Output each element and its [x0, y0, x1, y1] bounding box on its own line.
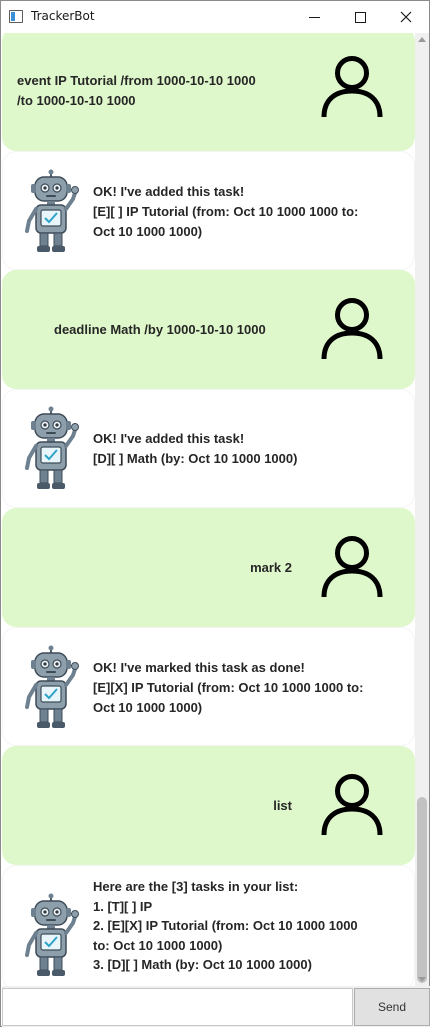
- vertical-scrollbar[interactable]: [415, 33, 429, 986]
- user-message-text: mark 2: [250, 560, 292, 575]
- user-avatar-icon: [321, 536, 383, 598]
- robot-avatar-icon: [25, 169, 79, 252]
- chat-scroll-pane[interactable]: event IP Tutorial /from 1000-10-10 1000 …: [2, 33, 415, 986]
- robot-avatar-icon: [25, 406, 79, 489]
- user-message: event IP Tutorial /from 1000-10-10 1000 …: [2, 33, 415, 151]
- maximize-button[interactable]: [337, 1, 383, 33]
- bot-message: OK! I've marked this task as done! [E][X…: [2, 627, 415, 746]
- minimize-button[interactable]: [291, 1, 337, 33]
- scroll-down-icon[interactable]: [418, 977, 426, 982]
- title-bar: TrackerBot: [1, 1, 429, 33]
- app-icon: [9, 10, 23, 23]
- robot-avatar-icon: [25, 893, 79, 976]
- bot-message: OK! I've added this task! [E][ ] IP Tuto…: [2, 151, 415, 270]
- input-bar: Send: [2, 986, 430, 1027]
- bot-message-text: OK! I've added this task! [D][ ] Math (b…: [93, 431, 298, 466]
- user-message: list: [2, 746, 415, 865]
- scroll-thumb[interactable]: [417, 797, 427, 983]
- user-message-text: list: [273, 798, 292, 813]
- user-message: mark 2: [2, 508, 415, 627]
- app-window: TrackerBot event IP Tutorial /from 1000-…: [0, 0, 430, 1027]
- bot-message-text: OK! I've added this task! [E][ ] IP Tuto…: [93, 184, 359, 239]
- bot-message-text: OK! I've marked this task as done! [E][X…: [93, 660, 364, 715]
- user-message-text: event IP Tutorial /from 1000-10-10 1000 …: [17, 73, 256, 108]
- close-button[interactable]: [383, 1, 429, 33]
- bot-message: OK! I've added this task! [D][ ] Math (b…: [2, 389, 415, 508]
- user-message: deadline Math /by 1000-10-10 1000: [2, 270, 415, 389]
- scroll-up-icon[interactable]: [418, 37, 426, 42]
- bot-message-text: Here are the [3] tasks in your list: 1. …: [93, 879, 358, 972]
- message-input[interactable]: [2, 988, 353, 1026]
- maximize-icon: [354, 11, 366, 23]
- window-title: TrackerBot: [31, 9, 95, 23]
- user-avatar-icon: [321, 56, 383, 118]
- minimize-icon: [308, 16, 320, 18]
- robot-avatar-icon: [25, 645, 79, 728]
- close-icon: [400, 11, 412, 23]
- bot-message: Here are the [3] tasks in your list: 1. …: [2, 865, 415, 986]
- user-avatar-icon: [321, 298, 383, 360]
- send-button[interactable]: Send: [354, 988, 430, 1026]
- user-avatar-icon: [321, 774, 383, 836]
- user-message-text: deadline Math /by 1000-10-10 1000: [54, 322, 266, 337]
